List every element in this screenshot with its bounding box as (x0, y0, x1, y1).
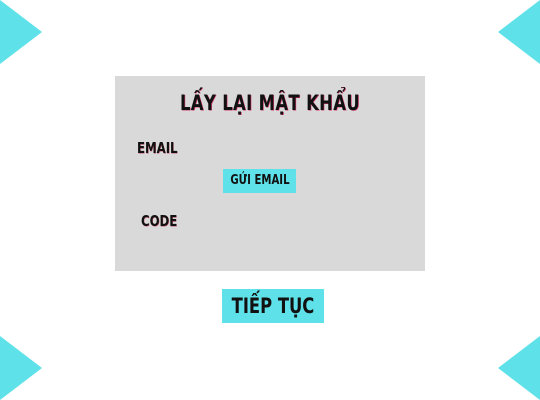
corner-triangle-bottom-right (498, 336, 540, 400)
corner-triangle-top-left (0, 0, 42, 64)
continue-button-label: TIẾP TỤC (231, 294, 315, 318)
code-label: CODE (141, 212, 178, 230)
password-recovery-panel: LẤY LẠI MẬT KHẨU EMAIL GỬI EMAIL CODE (115, 76, 425, 271)
continue-button[interactable]: TIẾP TỤC (222, 289, 324, 323)
corner-triangle-top-right (498, 0, 540, 64)
page-title: LẤY LẠI MẬT KHẨU (179, 91, 361, 115)
email-label: EMAIL (137, 139, 178, 157)
send-email-button[interactable]: GỬI EMAIL (223, 169, 296, 193)
send-email-button-label: GỬI EMAIL (229, 173, 290, 188)
corner-triangle-bottom-left (0, 336, 42, 400)
